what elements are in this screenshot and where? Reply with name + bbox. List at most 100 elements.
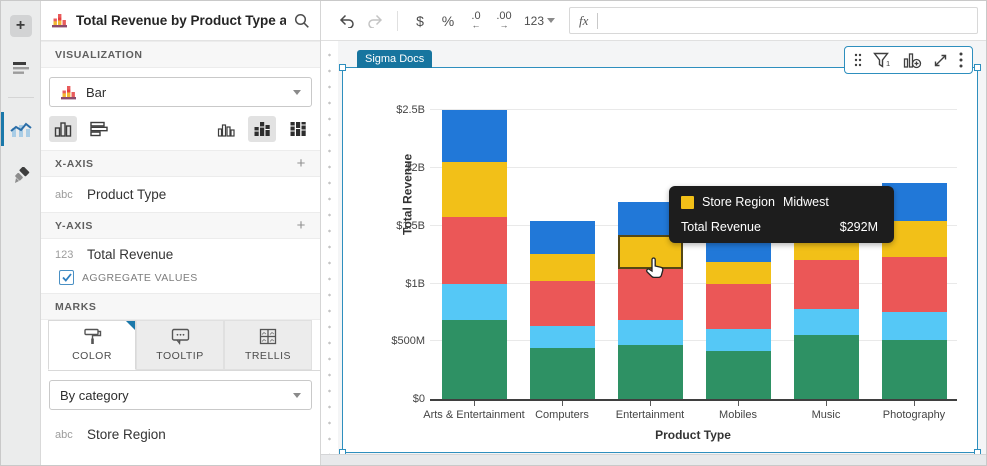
add-element-button[interactable]: +	[10, 15, 32, 37]
bar-segment[interactable]	[882, 340, 947, 399]
bar-segment[interactable]	[706, 284, 771, 329]
percent-stacked-bar-button[interactable]	[284, 116, 312, 142]
tooltip-measure-value: $292M	[840, 220, 878, 234]
x-tick-label: Arts & Entertainment	[423, 409, 525, 421]
x-tick-label: Mobiles	[719, 409, 757, 421]
x-axis-field[interactable]: abc Product Type	[41, 177, 320, 212]
currency-format-button[interactable]: $	[408, 8, 432, 34]
x-axis-title: Product Type	[655, 428, 731, 442]
bar-segment[interactable]	[794, 335, 859, 399]
tooltip-series-value: Midwest	[783, 195, 829, 209]
tab-trellis[interactable]: TRELLIS	[224, 320, 312, 370]
color-field-name: Store Region	[87, 427, 166, 442]
bar-segment[interactable]	[618, 320, 683, 344]
x-tick-mark	[562, 401, 563, 406]
y-axis-field[interactable]: 123 Total Revenue	[41, 239, 320, 270]
percent-format-button[interactable]: %	[436, 8, 460, 34]
bar-segment[interactable]	[530, 254, 595, 282]
bar-segment[interactable]	[530, 221, 595, 253]
redo-button[interactable]	[363, 8, 387, 34]
bar-segment[interactable]	[706, 243, 771, 261]
x-axis-section-label: X-AXIS	[55, 158, 94, 170]
number-format-label: 123	[524, 14, 544, 28]
visualization-section-header: VISUALIZATION	[41, 41, 320, 68]
formula-bar[interactable]: fx	[569, 7, 978, 34]
tooltip-series-label: Store Region	[702, 195, 775, 209]
maximize-button[interactable]	[933, 53, 948, 68]
add-y-axis-field-button[interactable]: +	[297, 217, 306, 234]
tab-color[interactable]: COLOR	[48, 320, 136, 370]
bar-segment[interactable]	[530, 326, 595, 348]
bar-segment[interactable]	[442, 162, 507, 216]
stacked-bar-button[interactable]	[248, 116, 276, 142]
visualization-nav-item[interactable]	[1, 112, 41, 146]
chevron-down-icon	[293, 393, 301, 398]
color-field[interactable]: abc Store Region	[41, 417, 320, 452]
bar-segment[interactable]	[618, 345, 683, 399]
workbook-page: Sigma Docs Total Revenue Product Type $0…	[338, 41, 986, 465]
gridline	[430, 340, 957, 341]
bar-segment[interactable]	[530, 348, 595, 399]
tab-tooltip-label: TOOLTIP	[156, 350, 203, 362]
drag-handle-icon[interactable]	[854, 53, 862, 67]
search-icon[interactable]	[294, 13, 310, 29]
chart-type-dropdown[interactable]: Bar	[49, 77, 312, 107]
resize-handle-top-left[interactable]	[339, 64, 346, 71]
element-menu-button[interactable]	[959, 52, 963, 68]
bar-segment[interactable]	[882, 312, 947, 340]
bar-segment[interactable]	[442, 320, 507, 399]
color-by-dropdown[interactable]: By category	[49, 380, 312, 410]
x-tick-label: Music	[812, 409, 841, 421]
undo-button[interactable]	[335, 8, 359, 34]
x-tick-mark	[738, 401, 739, 406]
bar-segment[interactable]	[442, 217, 507, 284]
vertical-bar-button[interactable]	[49, 116, 77, 142]
marks-tabs: COLOR TOOLTIP	[48, 320, 320, 371]
chart-element[interactable]: Total Revenue Product Type $0$500M$1B$1.…	[342, 67, 978, 453]
y-tick-label: $1.5B	[396, 220, 425, 232]
panel-header: Total Revenue by Product Type a...	[41, 1, 320, 41]
add-x-axis-field-button[interactable]: +	[297, 155, 306, 172]
increase-decimal-button[interactable]: .00→	[492, 8, 516, 34]
bar-Computers[interactable]	[530, 221, 595, 399]
visualization-section-label: VISUALIZATION	[55, 49, 143, 61]
element-title: Total Revenue by Product Type a...	[76, 13, 286, 28]
bar-Mobiles[interactable]	[706, 243, 771, 399]
bar-segment[interactable]	[442, 284, 507, 321]
number-format-dropdown[interactable]: 123	[520, 8, 559, 34]
bar-segment[interactable]	[530, 281, 595, 326]
grouped-bar-button[interactable]	[212, 116, 240, 142]
bar-segment[interactable]	[618, 269, 683, 321]
bar-segment[interactable]	[706, 262, 771, 284]
bar-segment[interactable]	[706, 329, 771, 351]
outline-nav-item[interactable]	[1, 51, 41, 85]
tab-tooltip[interactable]: TOOLTIP	[136, 320, 224, 370]
formula-bar-divider	[597, 13, 598, 29]
format-nav-item[interactable]	[1, 160, 41, 194]
x-tick-mark	[474, 401, 475, 406]
filter-button[interactable]: 1	[873, 52, 892, 69]
bar-segment[interactable]	[882, 257, 947, 312]
y-axis-section-label: Y-AXIS	[55, 220, 93, 232]
field-type-text: abc	[55, 429, 77, 441]
y-tick-label: $1B	[405, 278, 425, 290]
bar-segment[interactable]	[794, 260, 859, 309]
explore-chart-button[interactable]	[903, 52, 922, 69]
bar-segment[interactable]	[794, 309, 859, 336]
chart-line-icon	[10, 120, 32, 138]
viz-element-icon	[51, 13, 68, 28]
bar-segment[interactable]	[706, 351, 771, 400]
format-toolbar: $ % .0← .00→ 123 fx	[321, 1, 986, 41]
aggregate-checkbox[interactable]	[59, 270, 74, 285]
gridline	[430, 167, 957, 168]
paint-roller-icon	[83, 328, 102, 345]
main-area: $ % .0← .00→ 123 fx Sigma Docs	[321, 1, 986, 465]
viz-element-icon	[60, 85, 77, 100]
bar-segment[interactable]	[442, 110, 507, 162]
visualization-editor-panel: Total Revenue by Product Type a... VISUA…	[41, 1, 321, 465]
left-rail: +	[1, 1, 41, 465]
bar-Arts & Entertainment[interactable]	[442, 110, 507, 399]
horizontal-bar-button[interactable]	[85, 116, 113, 142]
decrease-decimal-button[interactable]: .0←	[464, 8, 488, 34]
resize-handle-top-right[interactable]	[974, 64, 981, 71]
